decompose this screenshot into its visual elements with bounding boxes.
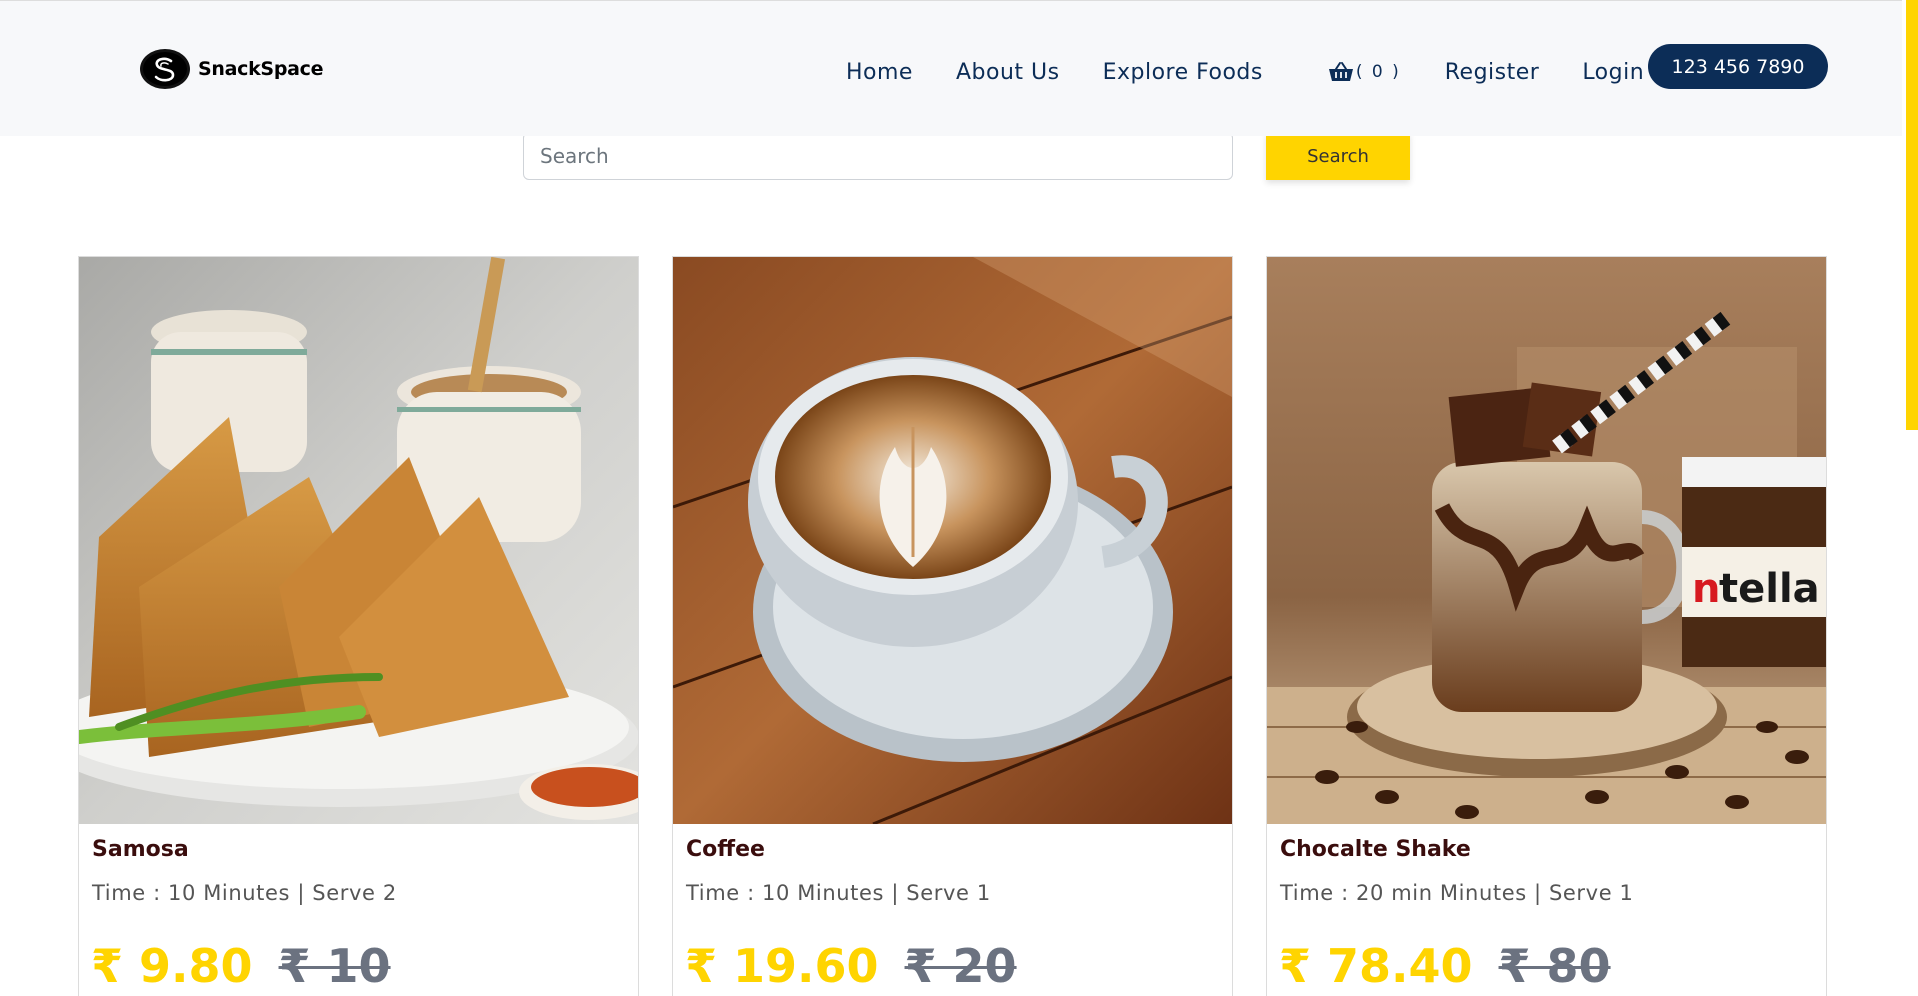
product-price: ₹ 9.80 ₹ 10 bbox=[91, 939, 391, 993]
nav-register[interactable]: Register bbox=[1445, 60, 1540, 85]
brand-name: SnackSpace bbox=[198, 58, 324, 80]
product-image-samosa bbox=[79, 257, 638, 824]
svg-text:n: n bbox=[1692, 566, 1720, 612]
product-image-chocolate-shake: n tella bbox=[1267, 257, 1826, 824]
price-original: ₹ 80 bbox=[1498, 939, 1611, 993]
product-meta: Time : 10 Minutes | Serve 1 bbox=[686, 881, 991, 905]
scroll-indicator bbox=[1906, 0, 1918, 430]
nav-links: Home About Us Explore Foods ( 0 ) Regist… bbox=[846, 56, 1644, 88]
logo-icon bbox=[140, 49, 190, 89]
product-card-coffee[interactable]: Coffee Time : 10 Minutes | Serve 1 ₹ 19.… bbox=[672, 256, 1233, 996]
price-original: ₹ 10 bbox=[278, 939, 391, 993]
price-current: ₹ 78.40 bbox=[1279, 939, 1473, 993]
price-original: ₹ 20 bbox=[904, 939, 1017, 993]
product-image-coffee bbox=[673, 257, 1232, 824]
price-current: ₹ 9.80 bbox=[91, 939, 253, 993]
product-card-chocolate-shake[interactable]: n tella Chocalte Shake Time : 20 min Min… bbox=[1266, 256, 1827, 996]
navbar: SnackSpace Home About Us Explore Foods (… bbox=[0, 0, 1902, 136]
cart-icon bbox=[1328, 62, 1353, 81]
svg-text:tella: tella bbox=[1719, 566, 1820, 612]
brand-logo[interactable]: SnackSpace bbox=[140, 49, 323, 89]
product-name: Chocalte Shake bbox=[1280, 837, 1471, 862]
cart-count: ( 0 ) bbox=[1355, 62, 1401, 82]
product-card-samosa[interactable]: Samosa Time : 10 Minutes | Serve 2 ₹ 9.8… bbox=[78, 256, 639, 996]
product-name: Samosa bbox=[92, 837, 189, 862]
nav-explore-foods[interactable]: Explore Foods bbox=[1103, 60, 1263, 85]
product-meta: Time : 20 min Minutes | Serve 1 bbox=[1280, 881, 1634, 905]
nav-login[interactable]: Login bbox=[1582, 60, 1644, 85]
cart-button[interactable]: ( 0 ) bbox=[1327, 60, 1401, 84]
price-current: ₹ 19.60 bbox=[685, 939, 879, 993]
product-name: Coffee bbox=[686, 837, 765, 862]
search-input[interactable] bbox=[523, 132, 1233, 180]
product-price: ₹ 19.60 ₹ 20 bbox=[685, 939, 1017, 993]
phone-button[interactable]: 123 456 7890 bbox=[1648, 44, 1828, 89]
nav-about-us[interactable]: About Us bbox=[956, 60, 1060, 85]
nav-home[interactable]: Home bbox=[846, 60, 913, 85]
product-meta: Time : 10 Minutes | Serve 2 bbox=[92, 881, 397, 905]
search-button[interactable]: Search bbox=[1266, 132, 1410, 180]
product-price: ₹ 78.40 ₹ 80 bbox=[1279, 939, 1611, 993]
